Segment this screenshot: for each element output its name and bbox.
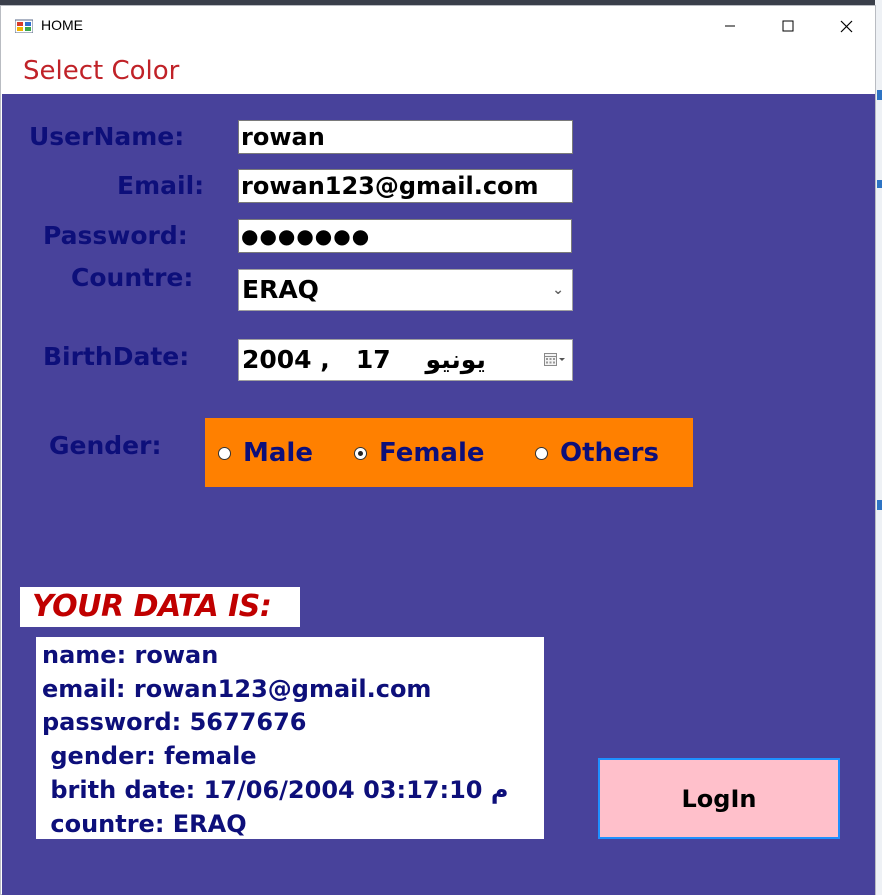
login-button[interactable]: LogIn bbox=[598, 758, 840, 839]
birthdate-picker[interactable]: 2004 , يونيو 17 bbox=[238, 339, 573, 381]
password-input[interactable]: ●●●●●●● bbox=[238, 219, 572, 253]
close-button[interactable] bbox=[817, 6, 875, 46]
home-window: HOME Select Color UserName: rowan Email:… bbox=[0, 5, 876, 895]
calendar-icon[interactable] bbox=[544, 352, 566, 368]
background-mark bbox=[877, 500, 882, 510]
your-data-heading: YOUR DATA IS: bbox=[20, 587, 300, 627]
title-bar[interactable]: HOME bbox=[1, 6, 875, 46]
output-line-name: name: rowan bbox=[42, 641, 219, 669]
output-line-birthdate: brith date: 17/06/2004 03:17:10 م bbox=[42, 776, 509, 804]
background-mark bbox=[877, 90, 882, 100]
output-line-gender: gender: female bbox=[42, 742, 257, 770]
gender-group: Male Female Others bbox=[205, 418, 693, 487]
background-mark bbox=[877, 180, 882, 188]
window-title: HOME bbox=[41, 17, 83, 33]
select-color-menu[interactable]: Select Color bbox=[23, 56, 179, 86]
radio-button-icon[interactable] bbox=[218, 446, 231, 460]
minimize-button[interactable] bbox=[701, 6, 759, 46]
maximize-button[interactable] bbox=[759, 6, 817, 46]
maximize-icon bbox=[782, 20, 794, 32]
gender-option-label: Female bbox=[379, 438, 485, 468]
data-output-box: name: rowan email: rowan123@gmail.com pa… bbox=[36, 637, 544, 839]
radio-button-selected-icon[interactable] bbox=[354, 446, 367, 460]
close-icon bbox=[840, 20, 852, 32]
gender-radio-male[interactable]: Male bbox=[218, 438, 313, 468]
background-app-edge bbox=[875, 0, 882, 895]
form-client-area: UserName: rowan Email: rowan123@gmail.co… bbox=[2, 94, 875, 895]
gender-option-label: Others bbox=[560, 438, 659, 468]
password-label: Password: bbox=[43, 221, 188, 250]
gender-label: Gender: bbox=[49, 431, 162, 460]
gender-radio-female[interactable]: Female bbox=[354, 438, 485, 468]
output-line-email: email: rowan123@gmail.com bbox=[42, 675, 432, 703]
chevron-down-icon[interactable]: ⌄ bbox=[552, 270, 564, 310]
gender-option-label: Male bbox=[243, 438, 313, 468]
country-label: Countre: bbox=[71, 263, 194, 292]
minimize-icon bbox=[725, 25, 735, 27]
app-icon bbox=[15, 19, 33, 33]
country-selected-value: ERAQ bbox=[242, 275, 319, 304]
email-label: Email: bbox=[117, 171, 205, 200]
your-data-heading-text: YOUR DATA IS: bbox=[32, 589, 272, 624]
output-line-country: countre: ERAQ bbox=[42, 810, 247, 838]
output-line-password: password: 5677676 bbox=[42, 708, 307, 736]
birthdate-label: BirthDate: bbox=[43, 342, 190, 371]
radio-button-icon[interactable] bbox=[535, 446, 548, 460]
country-select[interactable]: ERAQ ⌄ bbox=[238, 269, 573, 311]
birthdate-value: 2004 , يونيو 17 bbox=[242, 345, 486, 374]
username-input[interactable]: rowan bbox=[238, 120, 573, 154]
email-input[interactable]: rowan123@gmail.com bbox=[238, 169, 573, 203]
username-label: UserName: bbox=[29, 122, 185, 151]
gender-radio-others[interactable]: Others bbox=[535, 438, 659, 468]
menu-bar: Select Color bbox=[1, 46, 875, 94]
